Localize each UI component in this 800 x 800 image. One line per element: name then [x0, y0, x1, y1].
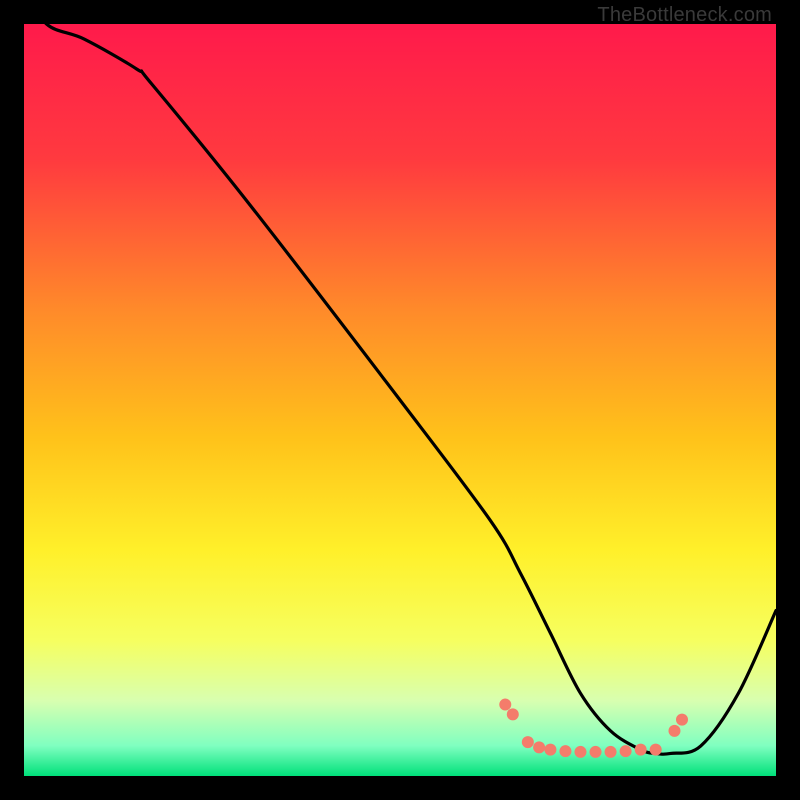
highlight-dot — [676, 714, 688, 726]
watermark-text: TheBottleneck.com — [597, 4, 772, 27]
highlight-dot — [650, 744, 662, 756]
highlight-dot — [544, 744, 556, 756]
highlight-dot — [574, 746, 586, 758]
highlight-dot — [533, 741, 545, 753]
highlight-dot — [499, 699, 511, 711]
highlight-dot — [559, 745, 571, 757]
bottleneck-chart — [24, 24, 776, 776]
highlight-dot — [620, 745, 632, 757]
highlight-dot — [507, 708, 519, 720]
highlight-dot — [668, 725, 680, 737]
highlight-dot — [522, 736, 534, 748]
highlight-dot — [605, 746, 617, 758]
highlight-dot — [590, 746, 602, 758]
chart-frame — [24, 24, 776, 776]
highlight-dot — [635, 744, 647, 756]
